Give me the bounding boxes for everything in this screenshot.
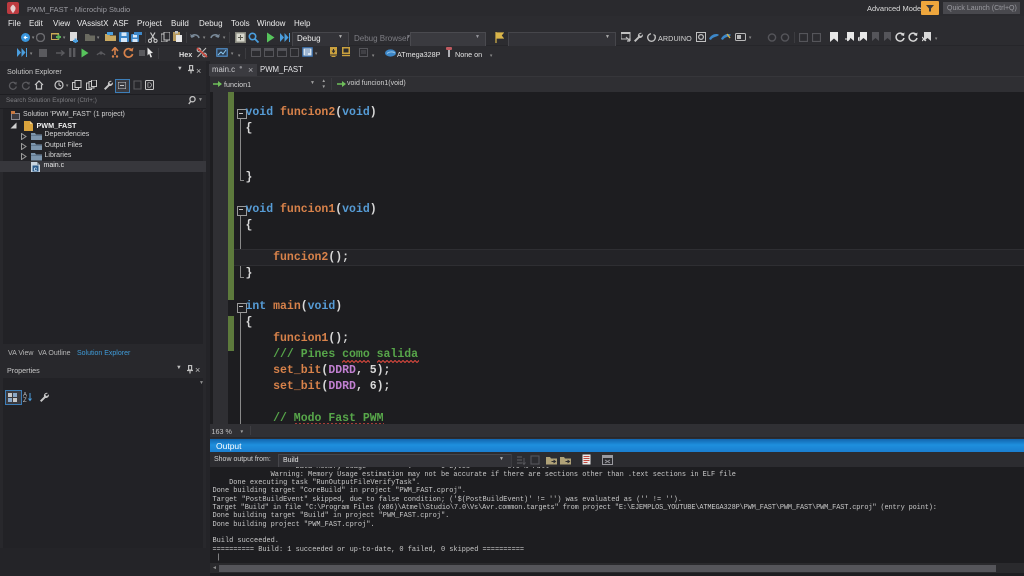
svg-text:c: c [33, 166, 37, 172]
svg-text:D: D [147, 83, 152, 90]
svg-text:Z: Z [23, 398, 27, 402]
